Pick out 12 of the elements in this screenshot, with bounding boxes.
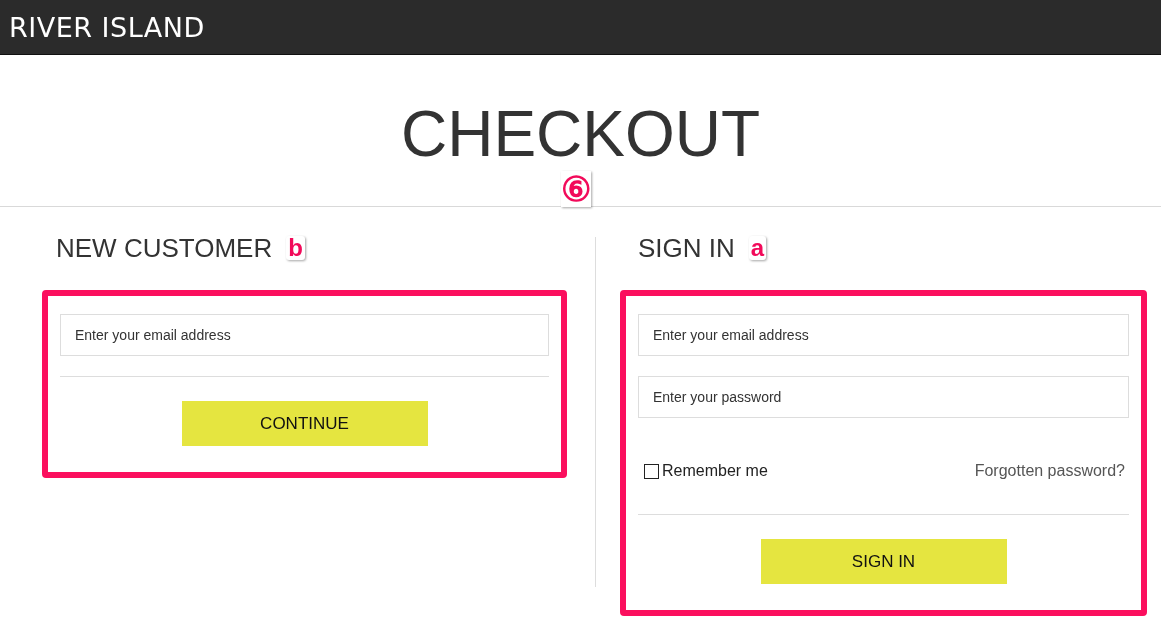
- continue-button[interactable]: CONTINUE: [181, 401, 428, 446]
- section-heading: NEW CUSTOMER: [56, 232, 273, 264]
- logo[interactable]: RIVER ISLAND: [9, 11, 205, 43]
- page-title: CHECKOUT: [400, 97, 761, 171]
- sign-in-button[interactable]: SIGN IN: [760, 539, 1007, 584]
- password-field[interactable]: Enter your password: [638, 376, 1129, 418]
- checkbox[interactable]: [644, 463, 659, 479]
- email-field[interactable]: Enter your email address: [60, 314, 549, 356]
- section-heading: SIGN IN: [638, 232, 735, 264]
- forgotten-password-link[interactable]: Forgotten password?: [974, 462, 1125, 480]
- checkbox-label: Remember me: [662, 462, 768, 480]
- email-field[interactable]: Enter your email address: [638, 314, 1129, 356]
